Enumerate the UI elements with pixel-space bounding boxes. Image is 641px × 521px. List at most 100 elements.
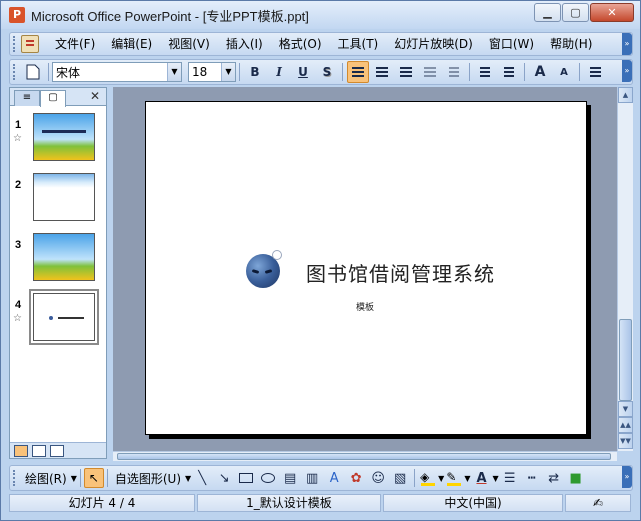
design-template-status[interactable]: 1_默认设计模板 <box>197 494 381 512</box>
font-size-value: 18 <box>192 65 208 79</box>
menu-insert[interactable]: 插入(I) <box>218 33 271 55</box>
fill-color-icon[interactable]: ◈ <box>420 470 436 486</box>
chevron-down-icon[interactable]: ▼ <box>492 474 498 483</box>
picture-icon[interactable]: ▧ <box>392 470 408 486</box>
bold-button[interactable]: B <box>244 61 266 83</box>
toolbar-options-icon[interactable]: » <box>622 60 632 82</box>
toolbar-separator <box>579 63 580 81</box>
font-name-select[interactable]: 宋体 ▼ <box>52 62 182 82</box>
toolbar-options-icon[interactable]: » <box>622 466 632 488</box>
horizontal-scrollbar[interactable] <box>113 451 617 461</box>
thumb-bomb-dot <box>49 316 53 320</box>
arrow-icon[interactable]: ↘ <box>216 470 232 486</box>
slide-title[interactable]: 图书馆借阅管理系统 <box>306 258 495 287</box>
shadow-button[interactable]: S <box>316 61 338 83</box>
align-right-icon[interactable] <box>395 61 417 83</box>
scroll-down-icon[interactable]: ▼ <box>618 401 633 417</box>
drawing-toolbar: 绘图(R) ▼ ↖ 自选图形(U) ▼ ╲ ↘ ▤ ▥ A ✿ ☺ ▧ ◈ ▼ … <box>9 465 633 491</box>
distribute-icon[interactable] <box>443 61 465 83</box>
close-icon[interactable]: ✕ <box>90 89 100 103</box>
increase-font-button[interactable]: A <box>529 61 551 83</box>
chevron-down-icon[interactable]: ▼ <box>221 63 235 81</box>
chevron-down-icon[interactable]: ▼ <box>464 474 470 483</box>
chevron-down-icon[interactable]: ▼ <box>167 63 181 81</box>
chevron-down-icon: ▼ <box>70 473 77 483</box>
line-icon[interactable]: ╲ <box>194 470 210 486</box>
new-slide-icon[interactable] <box>22 61 44 83</box>
tab-outline[interactable]: ≡ <box>14 90 40 106</box>
slide-thumbnail[interactable] <box>33 113 95 161</box>
toolbar-grip[interactable] <box>13 470 17 486</box>
scroll-thumb[interactable] <box>619 319 632 401</box>
clipart-icon[interactable]: ☺ <box>370 470 386 486</box>
menu-file[interactable]: 文件(F) <box>47 33 103 55</box>
thumb-title-line <box>42 130 86 133</box>
menu-edit[interactable]: 编辑(E) <box>103 33 160 55</box>
underline-button[interactable]: U <box>292 61 314 83</box>
current-slide[interactable]: 图书馆借阅管理系统 模板 <box>145 101 587 435</box>
animation-star-icon: ☆ <box>13 313 22 324</box>
justify-icon[interactable] <box>419 61 441 83</box>
vertical-textbox-icon[interactable]: ▥ <box>304 470 320 486</box>
menu-view[interactable]: 视图(V) <box>160 33 218 55</box>
toolbar-separator <box>469 63 470 81</box>
menu-help[interactable]: 帮助(H) <box>542 33 600 55</box>
font-color-icon[interactable]: A <box>473 470 489 486</box>
align-left-icon[interactable] <box>347 61 369 83</box>
diagram-icon[interactable]: ✿ <box>348 470 364 486</box>
slide-thumbnail-row[interactable]: 1 ☆ <box>10 113 106 169</box>
menu-slideshow[interactable]: 幻灯片放映(D) <box>386 33 481 55</box>
title-bar[interactable]: P Microsoft Office PowerPoint - [专业PPT模板… <box>1 1 640 29</box>
slide-sorter-icon[interactable] <box>32 444 46 457</box>
scroll-up-icon[interactable]: ▲ <box>618 87 633 103</box>
line-style-icon[interactable]: ☰ <box>502 470 518 486</box>
draw-menu-button[interactable]: 绘图(R) <box>21 470 71 487</box>
autoshapes-button[interactable]: 自选图形(U) <box>111 470 185 487</box>
menu-tools[interactable]: 工具(T) <box>330 33 387 55</box>
font-size-select[interactable]: 18 ▼ <box>188 62 236 82</box>
animation-star-icon: ☆ <box>13 133 22 144</box>
toolbar-separator <box>106 469 108 487</box>
textbox-icon[interactable]: ▤ <box>282 470 298 486</box>
spellcheck-icon[interactable]: ✍ <box>565 494 631 512</box>
rectangle-icon[interactable] <box>239 473 254 483</box>
slide-thumbnail-row[interactable]: 3 <box>10 233 106 289</box>
slide-thumbnail-row[interactable]: 4 ☆ <box>10 289 106 349</box>
align-center-icon[interactable] <box>371 61 393 83</box>
slide-thumbnail[interactable] <box>33 233 95 281</box>
chevron-down-icon[interactable]: ▼ <box>438 474 444 483</box>
indent-icon[interactable] <box>584 61 606 83</box>
document-icon[interactable] <box>21 35 39 53</box>
minimize-button[interactable]: ▁ <box>534 3 561 22</box>
oval-icon[interactable] <box>261 473 276 483</box>
next-slide-icon[interactable]: ▼▼ <box>618 433 633 449</box>
normal-view-icon[interactable] <box>14 444 28 457</box>
italic-button[interactable]: I <box>268 61 290 83</box>
vertical-scrollbar[interactable]: ▲ ▼ ▲▲ ▼▼ <box>617 87 633 451</box>
menu-window[interactable]: 窗口(W) <box>481 33 542 55</box>
toolbar-grip[interactable] <box>13 36 17 52</box>
previous-slide-icon[interactable]: ▲▲ <box>618 417 633 433</box>
scroll-thumb[interactable] <box>117 453 611 460</box>
tab-slides[interactable]: ▢ <box>40 90 66 107</box>
slide-subtitle[interactable]: 模板 <box>356 300 374 313</box>
decrease-font-button[interactable]: A <box>553 61 575 83</box>
bullets-icon[interactable] <box>498 61 520 83</box>
slide-thumbnail[interactable] <box>33 173 95 221</box>
select-cursor-icon[interactable]: ↖ <box>83 468 104 488</box>
toolbar-separator <box>414 469 416 487</box>
slide-thumbnail-selected[interactable] <box>29 289 99 345</box>
line-color-icon[interactable]: ✎ <box>446 470 462 486</box>
slide-thumbnail-row[interactable]: 2 <box>10 173 106 229</box>
toolbar-grip[interactable] <box>13 64 17 80</box>
wordart-icon[interactable]: A <box>326 470 342 486</box>
maximize-button[interactable]: ▢ <box>562 3 589 22</box>
menu-format[interactable]: 格式(O) <box>271 33 330 55</box>
arrow-style-icon[interactable]: ⇄ <box>546 470 562 486</box>
shadow-3d-icon[interactable]: ■ <box>568 470 584 486</box>
slideshow-icon[interactable] <box>50 444 64 457</box>
toolbar-options-icon[interactable]: » <box>622 33 632 55</box>
dash-style-icon[interactable]: ┅ <box>524 470 540 486</box>
close-button[interactable]: ✕ <box>590 3 634 22</box>
numbering-icon[interactable] <box>474 61 496 83</box>
